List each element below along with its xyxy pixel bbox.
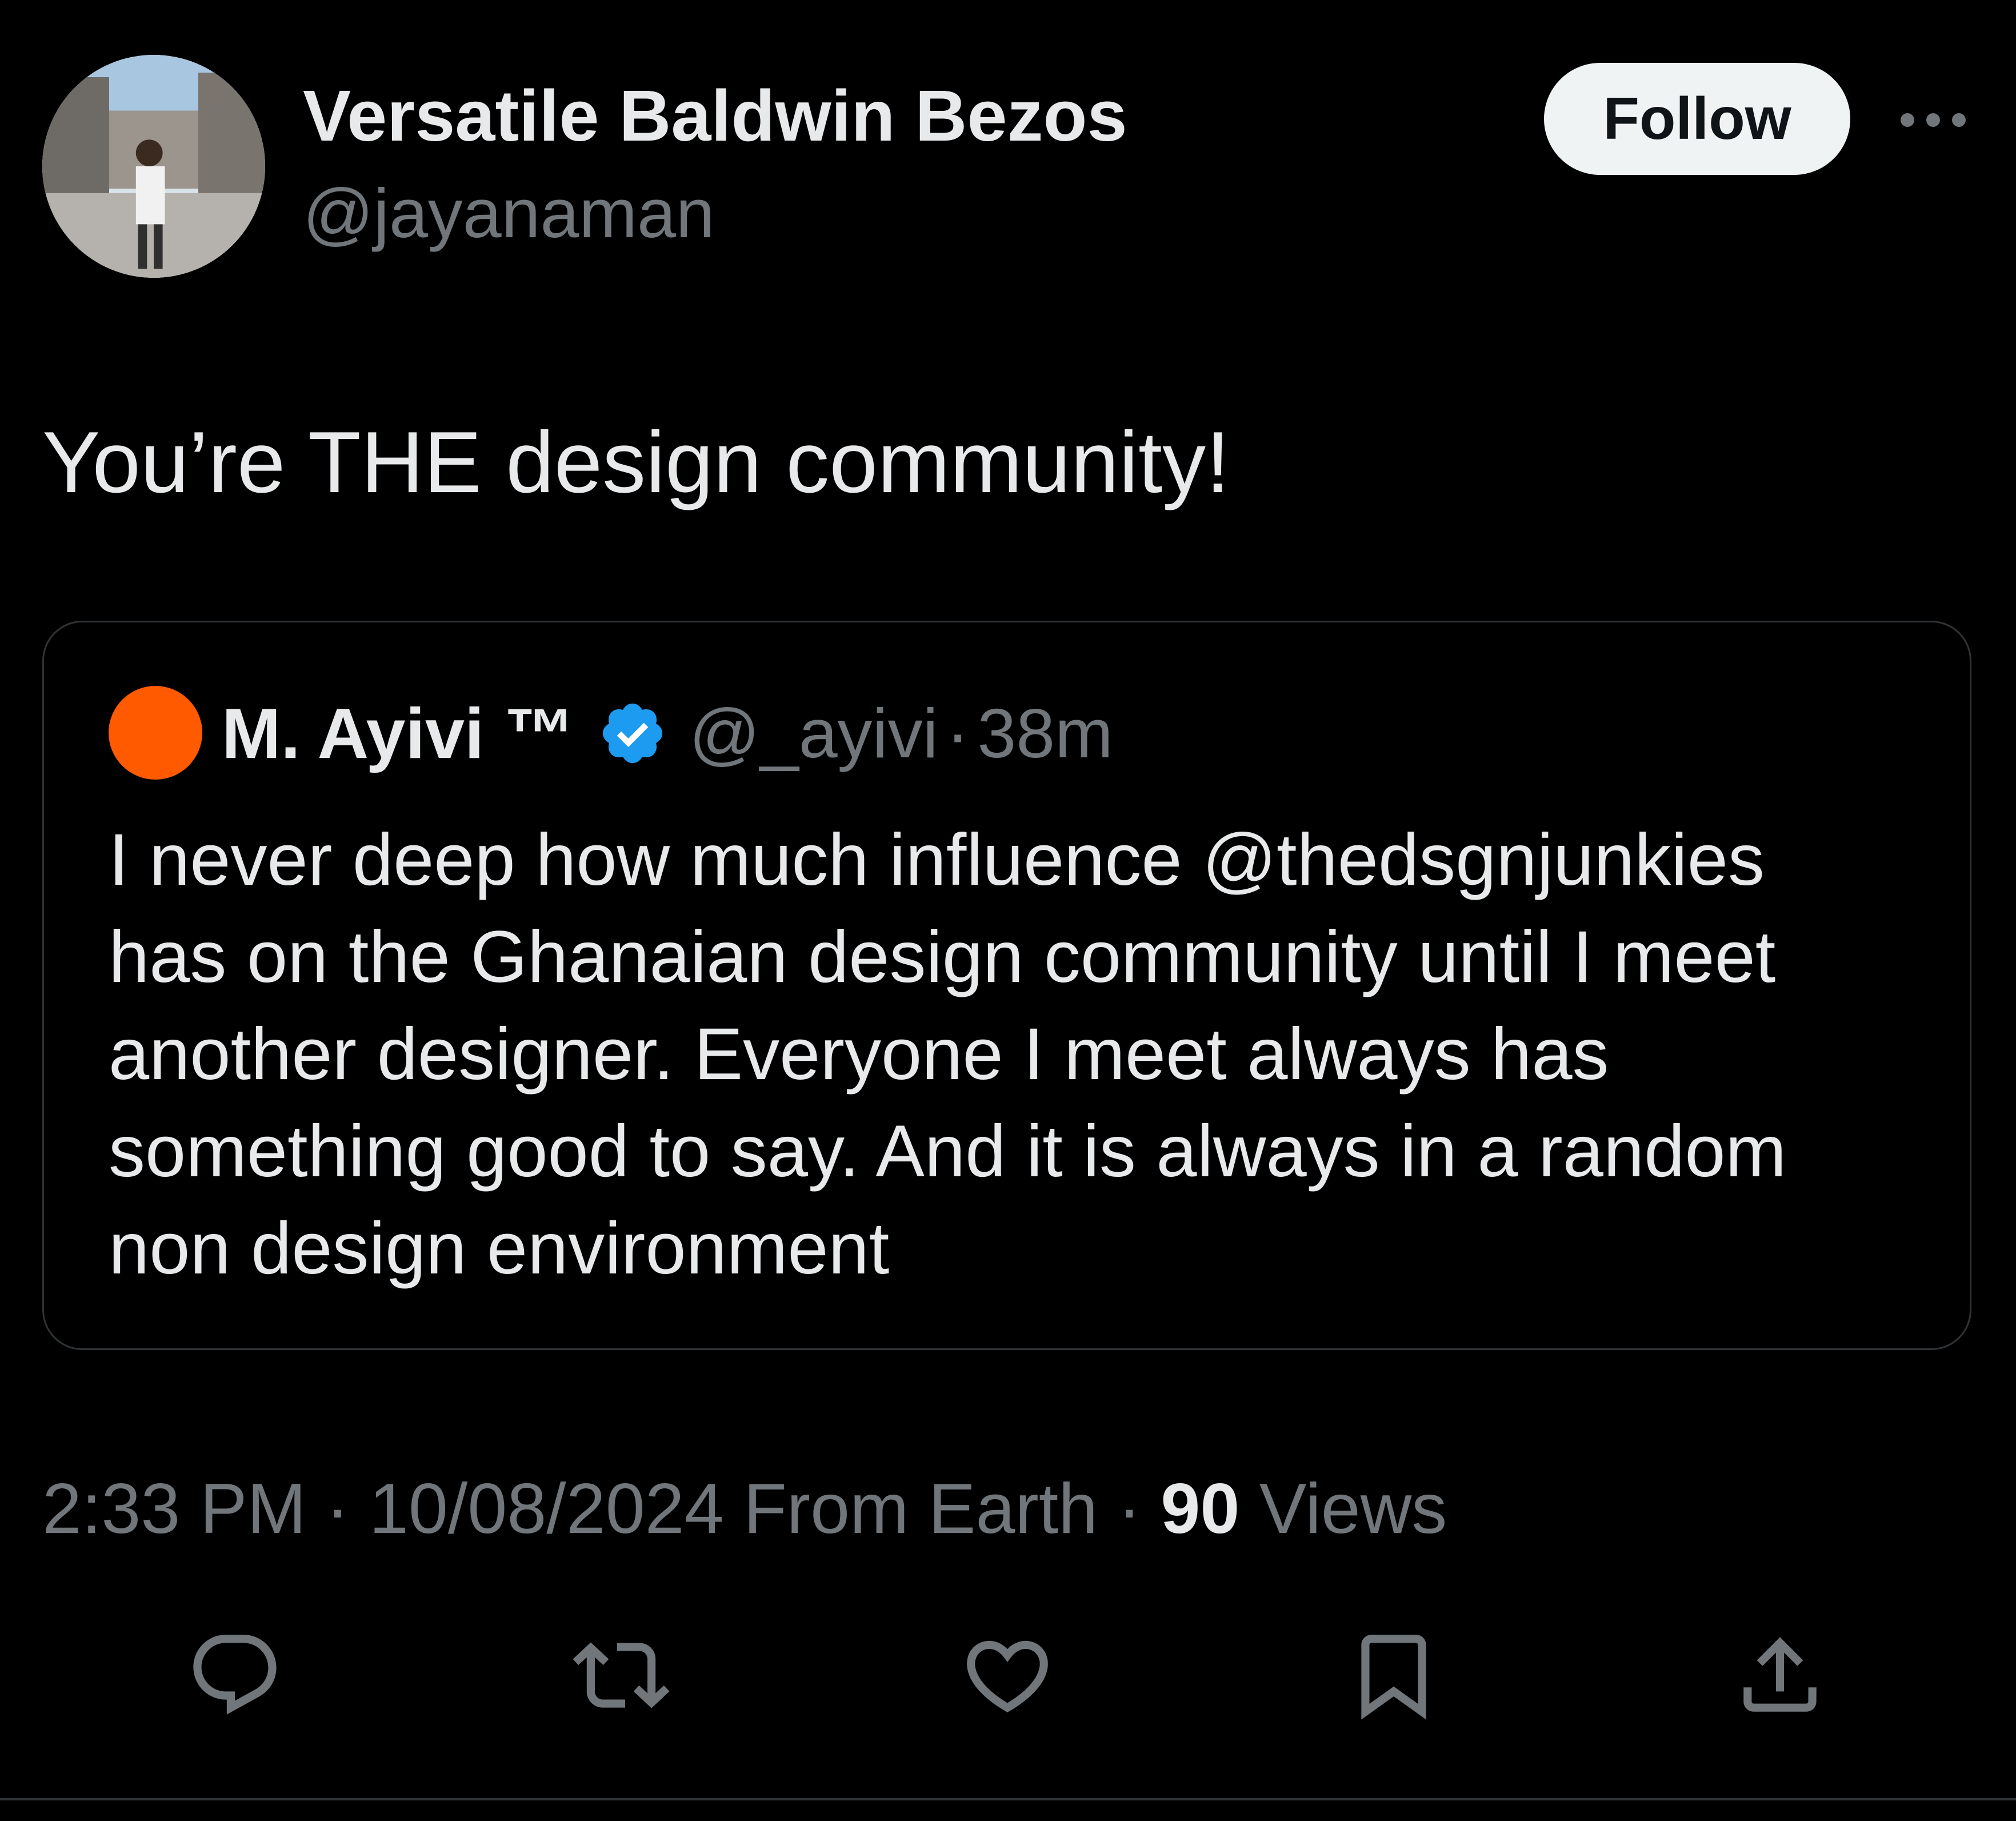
verified-badge-icon[interactable]: [598, 698, 667, 768]
quoted-text-line: another designer. Everyone I meet always…: [109, 1013, 1609, 1095]
quoted-text-line: I never deep how much influence @thedsgn…: [109, 819, 1765, 901]
bookmark-icon[interactable]: [1345, 1627, 1442, 1724]
retweet-icon[interactable]: [573, 1627, 670, 1724]
quoted-tweet-text: I never deep how much influence @thedsgn…: [109, 812, 1937, 1297]
author-handle[interactable]: @jayanaman: [303, 178, 715, 248]
tweet-source: From Earth: [743, 1469, 1098, 1548]
tweet-time[interactable]: 2:33 PM: [42, 1469, 306, 1548]
quoted-text-line: something good to say. And it is always …: [109, 1111, 1787, 1192]
quoted-author-avatar[interactable]: [109, 686, 202, 780]
quoted-author-handle[interactable]: @_ayivi: [689, 694, 938, 772]
meta-separator: ·: [326, 1469, 350, 1548]
reply-icon[interactable]: [186, 1627, 283, 1724]
quoted-time[interactable]: 38m: [977, 694, 1113, 772]
like-icon[interactable]: [959, 1627, 1056, 1724]
bottom-divider: [0, 1798, 2016, 1800]
quoted-text-line: has on the Ghanaian design community unt…: [109, 916, 1776, 998]
more-options-icon[interactable]: [1896, 103, 1970, 137]
share-icon[interactable]: [1731, 1627, 1829, 1724]
quoted-separator: ·: [946, 694, 970, 772]
quoted-author-display-name[interactable]: M. Ayivi ™: [222, 698, 575, 769]
follow-button[interactable]: Follow: [1544, 63, 1850, 175]
quoted-text-line: non design environment: [109, 1208, 890, 1289]
tweet-text: You’re THE design community!: [42, 414, 1230, 511]
views-label: Views: [1259, 1469, 1447, 1548]
meta-separator: ·: [1117, 1469, 1141, 1548]
quoted-author-meta[interactable]: @_ayivi · 38m: [689, 698, 1113, 768]
author-avatar[interactable]: [42, 55, 265, 278]
views-count: 90: [1161, 1469, 1240, 1548]
author-display-name[interactable]: Versatile Baldwin Bezos: [303, 80, 1127, 152]
tweet-date[interactable]: 10/08/2024: [369, 1469, 724, 1548]
tweet-meta: 2:33 PM · 10/08/2024 From Earth · 90 Vie…: [42, 1473, 1447, 1544]
